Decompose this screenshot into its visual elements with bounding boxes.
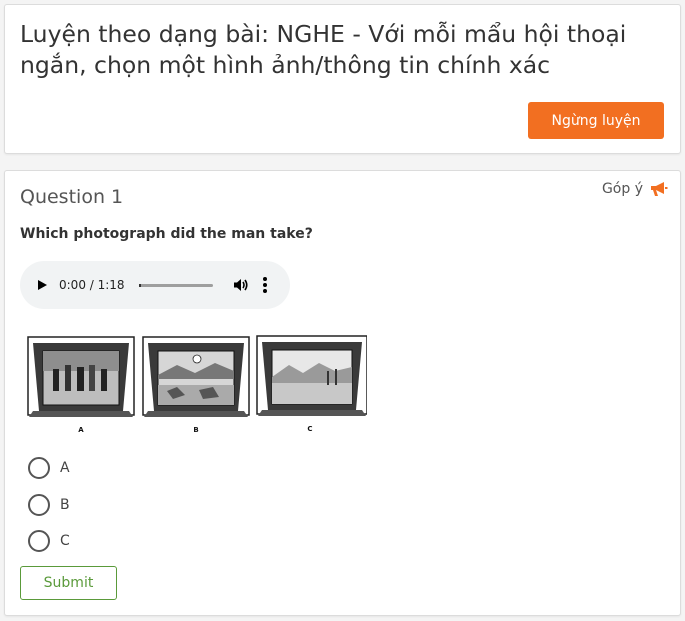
feedback-link[interactable]: Góp ý <box>602 181 668 197</box>
option-b[interactable]: B <box>28 494 70 516</box>
megaphone-icon <box>651 182 668 196</box>
question-prompt: Which photograph did the man take? <box>20 226 313 242</box>
audio-player[interactable]: 0:00 / 1:18 <box>20 261 290 309</box>
more-options-icon[interactable] <box>262 277 267 293</box>
audio-time: 0:00 / 1:18 <box>59 278 125 292</box>
option-a[interactable]: A <box>28 457 70 479</box>
photo-frame-a: A <box>27 336 135 434</box>
submit-button[interactable]: Submit <box>20 566 117 600</box>
option-c-label: C <box>60 533 70 549</box>
photo-label-b: B <box>193 426 198 434</box>
page-title: Luyện theo dạng bài: NGHE - Với mỗi mẩu … <box>20 20 627 79</box>
option-a-label: A <box>60 460 70 476</box>
play-icon[interactable] <box>38 280 47 290</box>
photographs-image: A B C <box>27 335 367 434</box>
audio-progress-fill <box>138 283 141 287</box>
radio-b[interactable] <box>28 494 50 516</box>
question-card: Question 1 Góp ý Which photograph did th… <box>4 170 681 616</box>
audio-progress-bar[interactable] <box>138 283 213 287</box>
header-card: Luyện theo dạng bài: NGHE - Với mỗi mẩu … <box>4 4 681 154</box>
option-c[interactable]: C <box>28 530 70 552</box>
photo-label-c: C <box>307 425 312 433</box>
feedback-label: Góp ý <box>601 181 643 197</box>
option-b-label: B <box>60 497 70 513</box>
radio-c[interactable] <box>28 530 50 552</box>
volume-icon[interactable] <box>233 277 249 293</box>
photo-label-a: A <box>78 426 84 434</box>
photo-frame-c: C <box>256 335 367 433</box>
question-title: Question 1 <box>20 186 124 208</box>
radio-a[interactable] <box>28 457 50 479</box>
photo-frame-b: B <box>142 336 250 434</box>
stop-practice-button[interactable]: Ngừng luyện <box>528 102 664 139</box>
